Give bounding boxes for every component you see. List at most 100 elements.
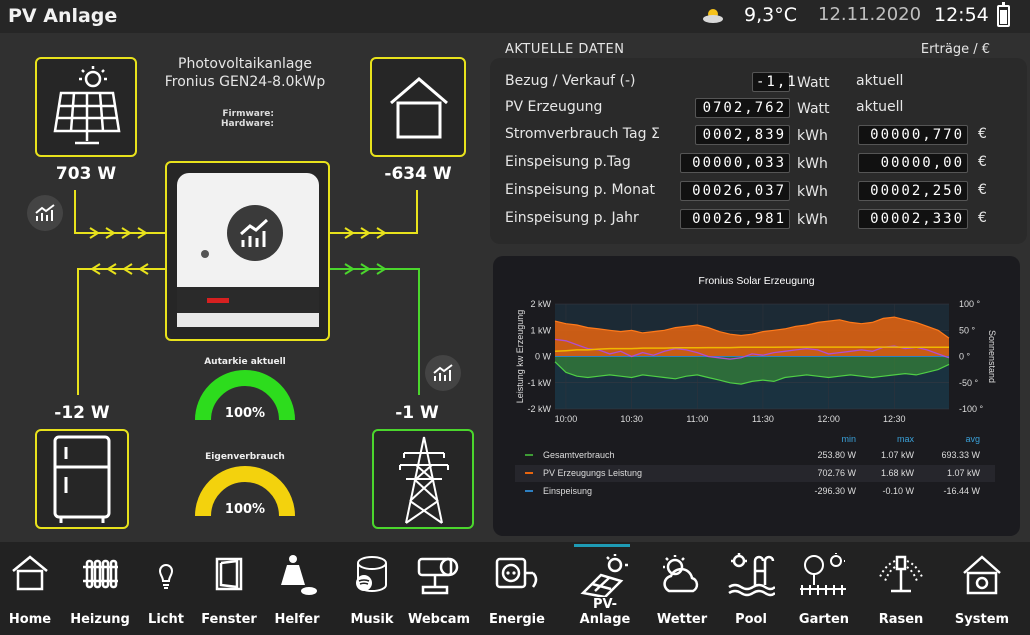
earnings-heading: Erträge / € <box>920 42 990 57</box>
speaker-icon <box>350 553 394 601</box>
nav-item-heizung[interactable]: Heizung <box>65 547 135 631</box>
nav-label: Webcam <box>407 612 471 627</box>
data-row-counter: 00026,037 <box>680 181 790 201</box>
euro-sign: € <box>978 182 987 198</box>
nav-item-licht[interactable]: Licht <box>131 547 201 631</box>
x-tick-label: 12:30 <box>883 414 906 424</box>
inverter-box[interactable] <box>165 161 330 341</box>
y-tick-label: 2 kW <box>530 299 551 309</box>
nav-item-system[interactable]: System <box>947 547 1017 631</box>
y2-tick-label: 100 ° <box>959 299 981 309</box>
earnings-counter: 00002,330 <box>858 209 968 229</box>
pv-title-line2: Fronius GEN24-8.0kWp <box>164 74 326 90</box>
data-row-unit: Watt <box>797 101 830 117</box>
partly-cloudy-icon <box>703 9 723 23</box>
legend-max-value: 1.07 kW <box>881 450 915 460</box>
nav-item-energie[interactable]: Energie <box>482 547 552 631</box>
x-tick-label: 12:00 <box>817 414 840 424</box>
nav-item-garten[interactable]: Garten <box>789 547 859 631</box>
house-power-value: -634 W <box>384 164 452 184</box>
nav-item-home[interactable]: Home <box>0 547 65 631</box>
house-box[interactable] <box>370 57 466 157</box>
data-row-label: Einspeisung p.Tag <box>505 154 631 170</box>
pool-icon <box>727 553 776 601</box>
fridge-icon <box>53 435 111 523</box>
data-row-unit: kWh <box>797 212 828 228</box>
legend-max-value: 1.68 kW <box>881 468 915 478</box>
x-tick-label: 10:30 <box>620 414 643 424</box>
house-icon <box>10 553 50 597</box>
y2-tick-label: 50 ° <box>959 325 976 335</box>
legend-column-header: min <box>841 434 856 444</box>
hardware-label: Hardware: <box>220 119 274 129</box>
legend-column-header: avg <box>965 434 980 444</box>
legend-min-value: 253.80 W <box>817 450 856 460</box>
date-readout: 12.11.2020 <box>818 4 922 25</box>
legend-min-value: 702.76 W <box>817 468 856 478</box>
legend-series-name: PV Erzeugungs Leistung <box>543 468 642 478</box>
grid-power-value: -1 W <box>395 403 439 423</box>
nav-item-pv-anlage[interactable]: PV-Anlage <box>570 547 640 631</box>
x-tick-label: 11:30 <box>752 414 774 424</box>
y-tick-label: -2 kW <box>528 404 552 414</box>
euro-sign: € <box>978 210 987 226</box>
nav-item-musik[interactable]: Musik <box>337 547 407 631</box>
earnings-counter: 00000,770 <box>858 125 968 145</box>
camera-icon <box>415 553 463 601</box>
data-section-heading: AKTUELLE DATEN <box>505 42 625 57</box>
weather-icon <box>655 553 709 601</box>
nav-label: Garten <box>798 612 850 627</box>
nav-item-webcam[interactable]: Webcam <box>404 547 474 631</box>
data-row-label: Einspeisung p. Monat <box>505 182 656 198</box>
eigenverbrauch-value: 100% <box>224 502 266 517</box>
data-row-label: Bezug / Verkauf (-) <box>505 73 636 89</box>
chart-trend-icon[interactable] <box>27 195 63 231</box>
solar-chart[interactable]: Fronius Solar Erzeugung 2 kW 100 ° 1 kW 50 °… <box>493 256 1020 536</box>
inverter-device-image <box>177 173 319 327</box>
house-icon <box>390 77 448 139</box>
solar-power-value: 703 W <box>55 164 117 184</box>
earnings-counter: 00002,250 <box>858 181 968 201</box>
autarkie-value: 100% <box>224 406 266 421</box>
nav-label: System <box>954 612 1010 627</box>
earnings-counter: 00000,00 <box>858 153 968 173</box>
consumer-box[interactable] <box>35 429 129 529</box>
y-axis-title: Leistung kw Erzeugung <box>515 310 525 404</box>
data-row-unit: Watt <box>797 75 830 91</box>
nav-item-rasen[interactable]: Rasen <box>866 547 936 631</box>
temperature-readout: 9,3°C <box>744 4 797 26</box>
robot-vacuum-icon <box>275 553 319 601</box>
legend-column-header: max <box>897 434 915 444</box>
grid-box[interactable] <box>372 429 474 529</box>
data-row-unit: kWh <box>797 156 828 172</box>
nav-label: Musik <box>350 612 394 627</box>
window-icon <box>209 553 249 597</box>
firmware-label: Firmware: <box>222 109 274 119</box>
nav-item-wetter[interactable]: Wetter <box>647 547 717 631</box>
eigenverbrauch-label: Eigenverbrauch <box>205 452 285 462</box>
nav-item-pool[interactable]: Pool <box>716 547 786 631</box>
consumer-power-value: -12 W <box>54 403 110 423</box>
nav-label: Pool <box>735 612 767 627</box>
nav-item-helfer[interactable]: Helfer <box>262 547 332 631</box>
y-tick-label: 0 W <box>535 352 552 362</box>
nav-label: Licht <box>148 612 184 627</box>
plug-icon <box>493 553 541 597</box>
battery-icon <box>997 2 1010 27</box>
legend-max-value: -0.10 W <box>882 486 914 496</box>
nav-item-fenster[interactable]: Fenster <box>194 547 264 631</box>
nav-label: Helfer <box>274 612 320 627</box>
nav-label: Fenster <box>201 612 257 627</box>
euro-sign: € <box>978 154 987 170</box>
system-icon <box>960 553 1004 601</box>
legend-series-name: Gesamtverbrauch <box>543 450 615 460</box>
nav-label: Heizung <box>70 612 130 627</box>
solar-panel-icon <box>579 553 631 601</box>
chart-title: Fronius Solar Erzeugung <box>698 275 814 287</box>
data-row-status: aktuell <box>856 73 904 89</box>
chart-trend-icon[interactable] <box>425 355 461 391</box>
data-row-counter: 00000,033 <box>680 153 790 173</box>
autarkie-label: Autarkie aktuell <box>204 357 286 367</box>
y-tick-label: 1 kW <box>530 325 551 335</box>
solar-panel-box[interactable] <box>35 57 137 157</box>
